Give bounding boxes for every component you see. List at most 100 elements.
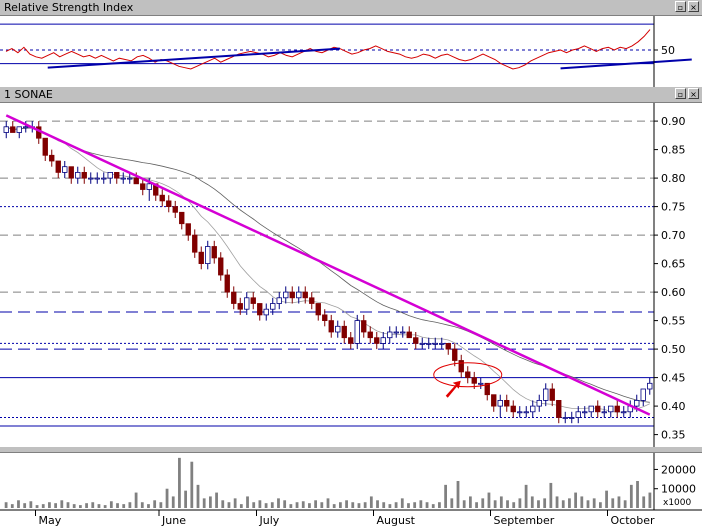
volume-y-tick-label: 10000	[661, 483, 696, 496]
candle-up	[380, 337, 386, 344]
candle-up	[127, 177, 133, 180]
candle-down	[465, 371, 471, 378]
candle-down	[257, 303, 263, 316]
price-y-tick-label: 0.35	[661, 429, 686, 442]
candle-up	[523, 411, 529, 414]
candle-down	[231, 291, 237, 304]
candle-down	[361, 320, 367, 333]
close-icon[interactable]: ×	[688, 88, 699, 99]
price-y-tick-label: 0.75	[661, 201, 686, 214]
price-y-tick-label: 0.65	[661, 258, 686, 271]
candle-up	[517, 411, 523, 414]
close-icon[interactable]: ×	[688, 1, 699, 12]
candle-down	[218, 257, 224, 276]
candle-down	[68, 166, 74, 179]
annotation-arrow-icon	[445, 380, 461, 398]
candle-up	[296, 291, 302, 299]
price-titlebar[interactable]: 1 SONAE ▫ ×	[0, 87, 702, 103]
rsi-y-tick-label: 50	[661, 44, 675, 57]
month-label: August	[377, 514, 416, 527]
volume-unit-label: x1000	[663, 498, 692, 508]
candle-down	[374, 337, 380, 344]
volume-panel	[4, 457, 652, 508]
month-label: September	[494, 514, 555, 527]
candle-up	[634, 399, 640, 407]
candle-down	[458, 360, 464, 373]
month-label: June	[161, 514, 186, 527]
candle-up	[569, 417, 575, 419]
candle-down	[159, 194, 165, 202]
candle-up	[3, 126, 9, 133]
candle-up	[562, 417, 568, 419]
candle-up	[640, 388, 646, 401]
candle-down	[114, 171, 120, 179]
candle-up	[588, 405, 594, 413]
rsi-trendline	[47, 47, 340, 69]
restore-icon[interactable]: ▫	[675, 88, 686, 99]
candle-down	[406, 331, 412, 339]
candle-down	[198, 251, 204, 264]
downtrend-line	[5, 114, 651, 416]
candle-down	[224, 274, 230, 293]
candle-down	[315, 303, 321, 316]
volume-titlebar	[0, 447, 702, 453]
candle-up	[432, 342, 438, 345]
candle-up	[263, 308, 269, 316]
candle-up	[94, 177, 100, 180]
candle-up	[400, 331, 406, 334]
rsi-panel	[0, 23, 692, 70]
price-title: 1 SONAE	[4, 88, 53, 101]
month-label: July	[259, 514, 280, 527]
candle-down	[328, 320, 334, 333]
candle-down	[595, 405, 601, 413]
candle-down	[172, 206, 178, 213]
candle-up	[101, 177, 107, 180]
candle-down	[250, 297, 256, 304]
candle-down	[81, 171, 87, 179]
candle-down	[211, 246, 217, 259]
candle-down	[140, 183, 146, 190]
candle-up	[393, 331, 399, 334]
candle-up	[530, 405, 536, 413]
price-y-tick-label: 0.85	[661, 144, 686, 157]
candle-down	[556, 399, 562, 418]
candle-down	[322, 314, 328, 321]
candle-up	[120, 177, 126, 180]
candle-up	[270, 303, 276, 310]
candle-up	[335, 325, 341, 333]
candle-down	[289, 291, 295, 299]
price-y-tick-label: 0.50	[661, 343, 686, 356]
candle-up	[205, 246, 211, 265]
restore-icon[interactable]: ▫	[675, 1, 686, 12]
candle-down	[549, 388, 555, 401]
candle-up	[621, 411, 627, 414]
candle-down	[55, 160, 61, 173]
candle-down	[302, 291, 308, 299]
candle-down	[452, 348, 458, 361]
candle-down	[367, 331, 373, 339]
candle-up	[283, 291, 289, 299]
candle-up	[62, 166, 68, 173]
candle-down	[445, 342, 451, 350]
candle-down	[179, 211, 185, 225]
candle-down	[348, 337, 354, 344]
candle-up	[75, 171, 81, 179]
candle-down	[309, 297, 315, 304]
candle-down	[42, 137, 48, 156]
price-y-tick-label: 0.70	[661, 229, 686, 242]
price-y-tick-label: 0.80	[661, 172, 686, 185]
candle-up	[244, 297, 250, 310]
rsi-titlebar[interactable]: Relative Strength Index ▫ ×	[0, 0, 702, 16]
candle-up	[601, 411, 607, 414]
price-y-tick-label: 0.90	[661, 115, 686, 128]
candle-down	[341, 325, 347, 339]
candle-up	[647, 382, 653, 390]
candle-up	[146, 183, 152, 190]
candle-up	[88, 177, 94, 180]
candle-up	[582, 411, 588, 414]
candle-down	[510, 405, 516, 413]
candle-up	[439, 342, 445, 345]
candle-down	[614, 405, 620, 413]
candle-up	[354, 320, 360, 344]
month-label: May	[39, 514, 62, 527]
